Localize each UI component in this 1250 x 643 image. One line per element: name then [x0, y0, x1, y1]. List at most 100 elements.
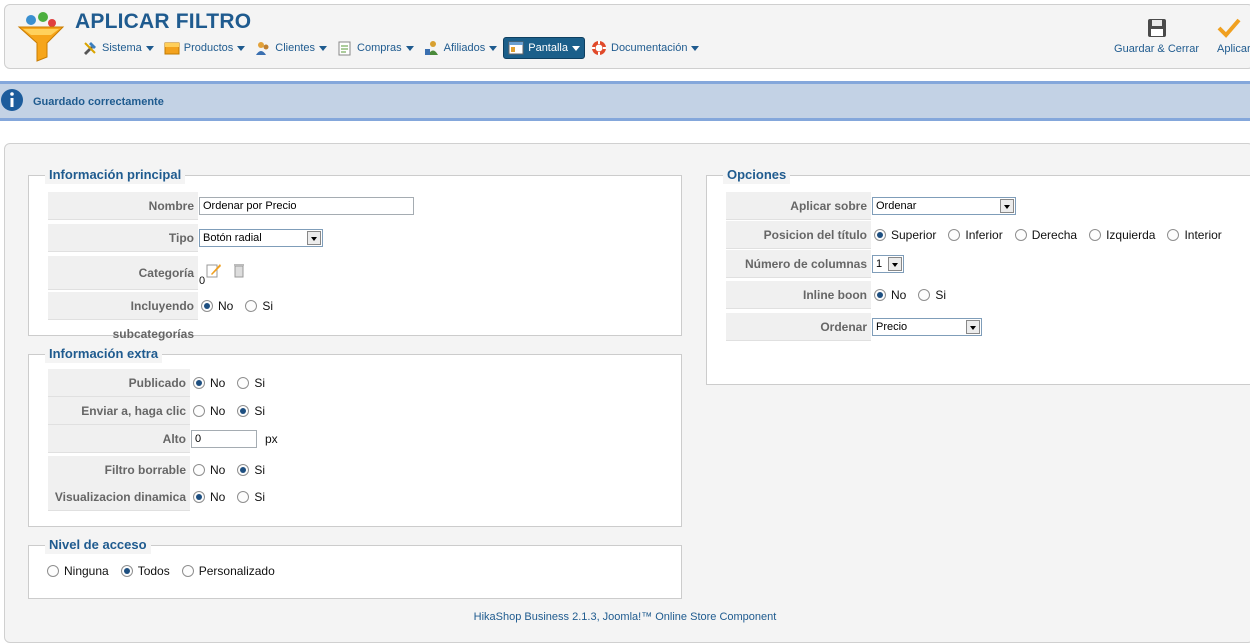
access-personalizado-radio[interactable]: [181, 565, 194, 577]
delete-icon[interactable]: [232, 262, 246, 278]
ordenar-select-value: Precio: [876, 321, 908, 333]
categoria-value: 0: [199, 275, 206, 287]
access-ninguna-label: Ninguna: [64, 564, 109, 578]
access-title: Nivel de acceso: [45, 536, 151, 554]
dinamica-si-radio[interactable]: [237, 491, 250, 503]
menu-pantalla[interactable]: Pantalla: [503, 37, 585, 59]
tipo-select-value: Botón radial: [203, 232, 262, 244]
nombre-label: Nombre: [48, 192, 198, 220]
pos-superior-label: Superior: [891, 228, 937, 242]
message-text: Guardado correctamente: [33, 96, 164, 108]
dropdown-arrow-icon: [1000, 199, 1014, 213]
menu-compras[interactable]: Compras: [333, 37, 418, 59]
chevron-down-icon: [405, 45, 414, 51]
pos-derecha-label: Derecha: [1031, 228, 1078, 242]
extra-info-title: Información extra: [45, 345, 163, 363]
subcat-si-label: Si: [262, 299, 274, 313]
chevron-down-icon: [691, 45, 700, 51]
apply-button[interactable]: Aplicar: [1217, 17, 1250, 55]
chevron-down-icon: [145, 45, 154, 51]
alto-label: Alto: [48, 425, 190, 453]
publicado-no-radio[interactable]: [193, 377, 205, 389]
subcat-label: Incluyendo subcategorías: [48, 292, 198, 341]
menu-afiliados[interactable]: Afiliados: [420, 37, 502, 59]
inline-no-label: No: [891, 288, 907, 302]
tipo-select[interactable]: Botón radial: [199, 229, 323, 247]
aplicar-label: Aplicar sobre: [726, 192, 871, 220]
main-info-title: Información principal: [45, 166, 186, 184]
publicado-no-label: No: [210, 376, 226, 390]
pos-superior-radio[interactable]: [874, 229, 886, 241]
borrable-si-radio[interactable]: [237, 464, 250, 476]
options-fieldset: Opciones Aplicar sobre Ordenar Posicion …: [706, 166, 1250, 385]
dropdown-arrow-icon: [966, 320, 980, 334]
inline-si-radio[interactable]: [918, 289, 931, 301]
categoria-label: Categoría: [48, 256, 198, 290]
nombre-input[interactable]: Ordenar por Precio: [199, 197, 414, 215]
alto-input[interactable]: 0: [191, 430, 257, 448]
edit-icon[interactable]: [206, 262, 222, 278]
pos-derecha-radio[interactable]: [1014, 229, 1027, 241]
borrable-no-radio[interactable]: [193, 464, 205, 476]
affiliates-icon: [424, 41, 438, 55]
tools-icon: [84, 42, 96, 55]
aplicar-select-value: Ordenar: [876, 200, 917, 212]
enviar-label: Enviar a, haga clic: [48, 397, 190, 425]
menu-clientes[interactable]: Clientes: [251, 37, 331, 59]
menu-sistema[interactable]: Sistema: [78, 37, 158, 59]
pos-izquierda-label: Izquierda: [1106, 228, 1156, 242]
access-personalizado-label: Personalizado: [198, 564, 275, 578]
access-ninguna-radio[interactable]: [47, 565, 59, 577]
borrable-si-label: Si: [254, 463, 266, 477]
chevron-down-icon: [572, 45, 580, 51]
aplicar-select[interactable]: Ordenar: [872, 197, 1016, 215]
alto-unit: px: [265, 432, 278, 446]
pos-izquierda-radio[interactable]: [1089, 229, 1102, 241]
info-icon: [1, 89, 23, 111]
access-options: Ninguna Todos Personalizado: [45, 564, 285, 578]
posicion-label: Posicion del título: [726, 221, 871, 249]
menu-sistema-label: Sistema: [102, 42, 142, 54]
help-icon: [592, 41, 606, 55]
pos-interior-radio[interactable]: [1167, 229, 1180, 241]
enviar-si-radio[interactable]: [237, 405, 250, 417]
subcat-no-radio[interactable]: [201, 300, 213, 312]
menu-documentacion[interactable]: Documentación: [587, 37, 703, 59]
page-title: APLICAR FILTRO: [75, 10, 252, 33]
funnel-logo-icon: [17, 12, 65, 62]
header-bar: APLICAR FILTRO Sistema Productos Cliente…: [4, 4, 1250, 69]
chevron-down-icon: [319, 45, 328, 51]
main-menu: Sistema Productos Clientes Compras Afili…: [78, 37, 705, 59]
main-info-fieldset: Información principal Nombre Ordenar por…: [28, 166, 682, 341]
enviar-no-radio[interactable]: [193, 405, 205, 417]
products-icon: [164, 42, 180, 55]
columnas-select[interactable]: 1: [872, 255, 904, 273]
inline-si-label: Si: [935, 288, 947, 302]
access-todos-radio[interactable]: [120, 565, 133, 577]
menu-compras-label: Compras: [357, 42, 402, 54]
publicado-si-radio[interactable]: [237, 377, 250, 389]
menu-documentacion-label: Documentación: [611, 42, 688, 54]
menu-productos[interactable]: Productos: [160, 37, 250, 59]
publicado-label: Publicado: [48, 369, 190, 397]
access-fieldset: Nivel de acceso Ninguna Todos Personaliz…: [28, 536, 682, 599]
subcat-si-radio[interactable]: [245, 300, 258, 312]
tipo-label: Tipo: [48, 224, 198, 252]
dinamica-no-radio[interactable]: [193, 491, 205, 503]
extra-info-fieldset: Información extra Publicado No Si Enviar…: [28, 345, 682, 527]
borrable-no-label: No: [210, 463, 226, 477]
save-close-button[interactable]: Guardar & Cerrar: [1114, 17, 1199, 55]
footer-text[interactable]: HikaShop Business 2.1.3, Joomla!™ Online…: [0, 611, 1250, 623]
display-icon: [508, 41, 524, 55]
ordenar-label: Ordenar: [726, 313, 871, 341]
dropdown-arrow-icon: [888, 257, 902, 271]
inline-no-radio[interactable]: [874, 289, 886, 301]
subcat-no-label: No: [218, 299, 234, 313]
columnas-label: Número de columnas: [726, 250, 871, 278]
success-message: Guardado correctamente: [0, 81, 1250, 121]
ordenar-select[interactable]: Precio: [872, 318, 982, 336]
pos-inferior-radio[interactable]: [948, 229, 961, 241]
toolbar: Guardar & Cerrar Aplicar: [1096, 17, 1250, 55]
borrable-label: Filtro borrable: [48, 456, 190, 484]
checkmark-icon: [1217, 18, 1241, 38]
